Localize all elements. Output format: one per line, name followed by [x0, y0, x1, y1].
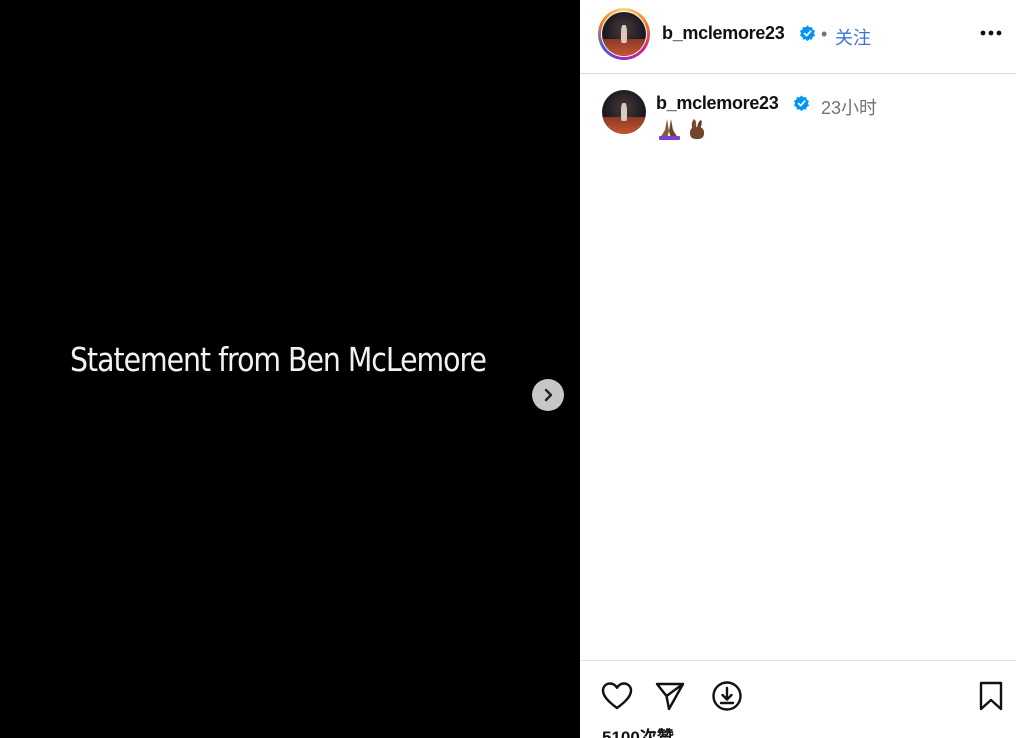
folded-hands-emoji [659, 119, 680, 140]
likes-count[interactable]: 5100次赞 [602, 723, 674, 738]
post-header: b_mclemore23 • 关注 [580, 0, 1016, 74]
follow-button[interactable]: 关注 [835, 24, 871, 50]
separator-dot: • [821, 24, 828, 44]
avatar[interactable] [602, 12, 646, 56]
verified-badge-icon [793, 95, 810, 112]
share-icon[interactable] [653, 679, 687, 713]
slide-text: Statement from Ben McLemore [70, 340, 487, 379]
instagram-post: Statement from Ben McLemore b_mclemore23… [0, 0, 1016, 738]
heart-icon[interactable] [600, 679, 634, 713]
verified-badge-icon [799, 25, 816, 42]
chevron-right-icon [544, 388, 553, 402]
more-horizontal-icon[interactable] [978, 20, 1004, 46]
caption-avatar[interactable] [602, 90, 646, 134]
caption-emojis [659, 119, 704, 140]
download-icon[interactable] [710, 679, 744, 713]
bookmark-icon[interactable] [974, 679, 1008, 713]
caption-username[interactable]: b_mclemore23 [656, 93, 779, 114]
post-media[interactable]: Statement from Ben McLemore [0, 0, 580, 738]
crossed-fingers-emoji [690, 119, 704, 139]
post-sidebar: b_mclemore23 • 关注 b_mclemore23 23小时 5100… [580, 0, 1016, 738]
post-time[interactable]: 23小时 [821, 94, 877, 120]
post-actions: 5100次赞 [580, 660, 1016, 738]
next-slide-button[interactable] [532, 379, 564, 411]
header-username[interactable]: b_mclemore23 [662, 23, 785, 44]
